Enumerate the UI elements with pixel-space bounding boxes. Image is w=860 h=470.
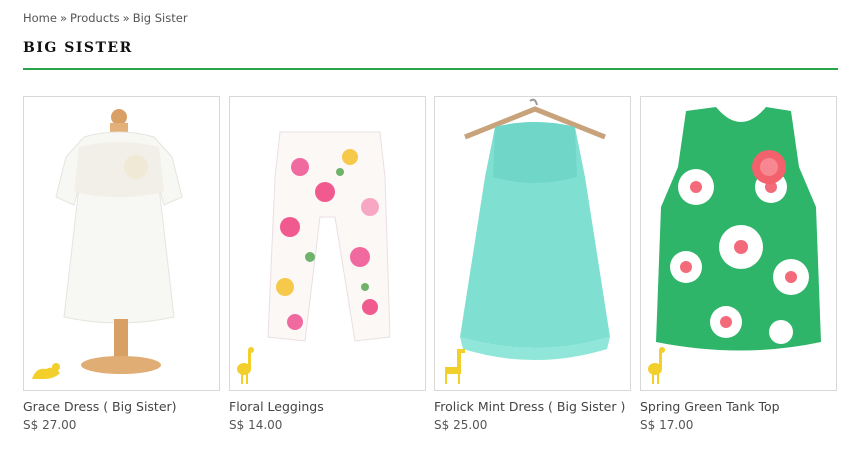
product-name-link[interactable]: Grace Dress ( Big Sister) [23,399,220,414]
product-name-link[interactable]: Spring Green Tank Top [640,399,837,414]
product-price: S$ 17.00 [640,418,694,432]
product-price: S$ 25.00 [434,418,488,432]
product-name-link[interactable]: Frolick Mint Dress ( Big Sister ) [434,399,631,414]
ostrich-icon [237,347,254,384]
product-image-link[interactable] [23,96,220,391]
product-card: Spring Green Tank Top S$ 17.00 [640,96,837,432]
product-image-link[interactable] [640,96,837,391]
product-image-frolick-mint-dress [445,98,610,384]
product-image-link[interactable] [229,96,426,391]
breadcrumb-products-link[interactable]: Products [70,11,120,25]
seal-icon [32,363,60,379]
product-image-floral-leggings [237,131,391,384]
product-name-link[interactable]: Floral Leggings [229,399,426,414]
product-image-link[interactable] [434,96,631,391]
product-card: Grace Dress ( Big Sister) S$ 27.00 [23,96,220,432]
product-price: S$ 14.00 [229,418,283,432]
page-title: BIG SISTER [23,40,133,56]
product-card: Floral Leggings S$ 14.00 [229,96,426,432]
giraffe-icon [445,349,465,384]
breadcrumb-current: Big Sister [132,11,188,25]
product-price: S$ 27.00 [23,418,77,432]
product-image-spring-green-tank-top [648,107,821,384]
product-image-grace-dress [32,109,183,379]
breadcrumb-home-link[interactable]: Home [23,11,57,25]
breadcrumb-separator: » [59,11,68,25]
ostrich-icon [648,347,665,384]
title-divider [23,68,838,70]
product-card: Frolick Mint Dress ( Big Sister ) S$ 25.… [434,96,631,432]
breadcrumb: Home» Products» Big Sister [23,11,188,25]
breadcrumb-separator: » [122,11,130,25]
